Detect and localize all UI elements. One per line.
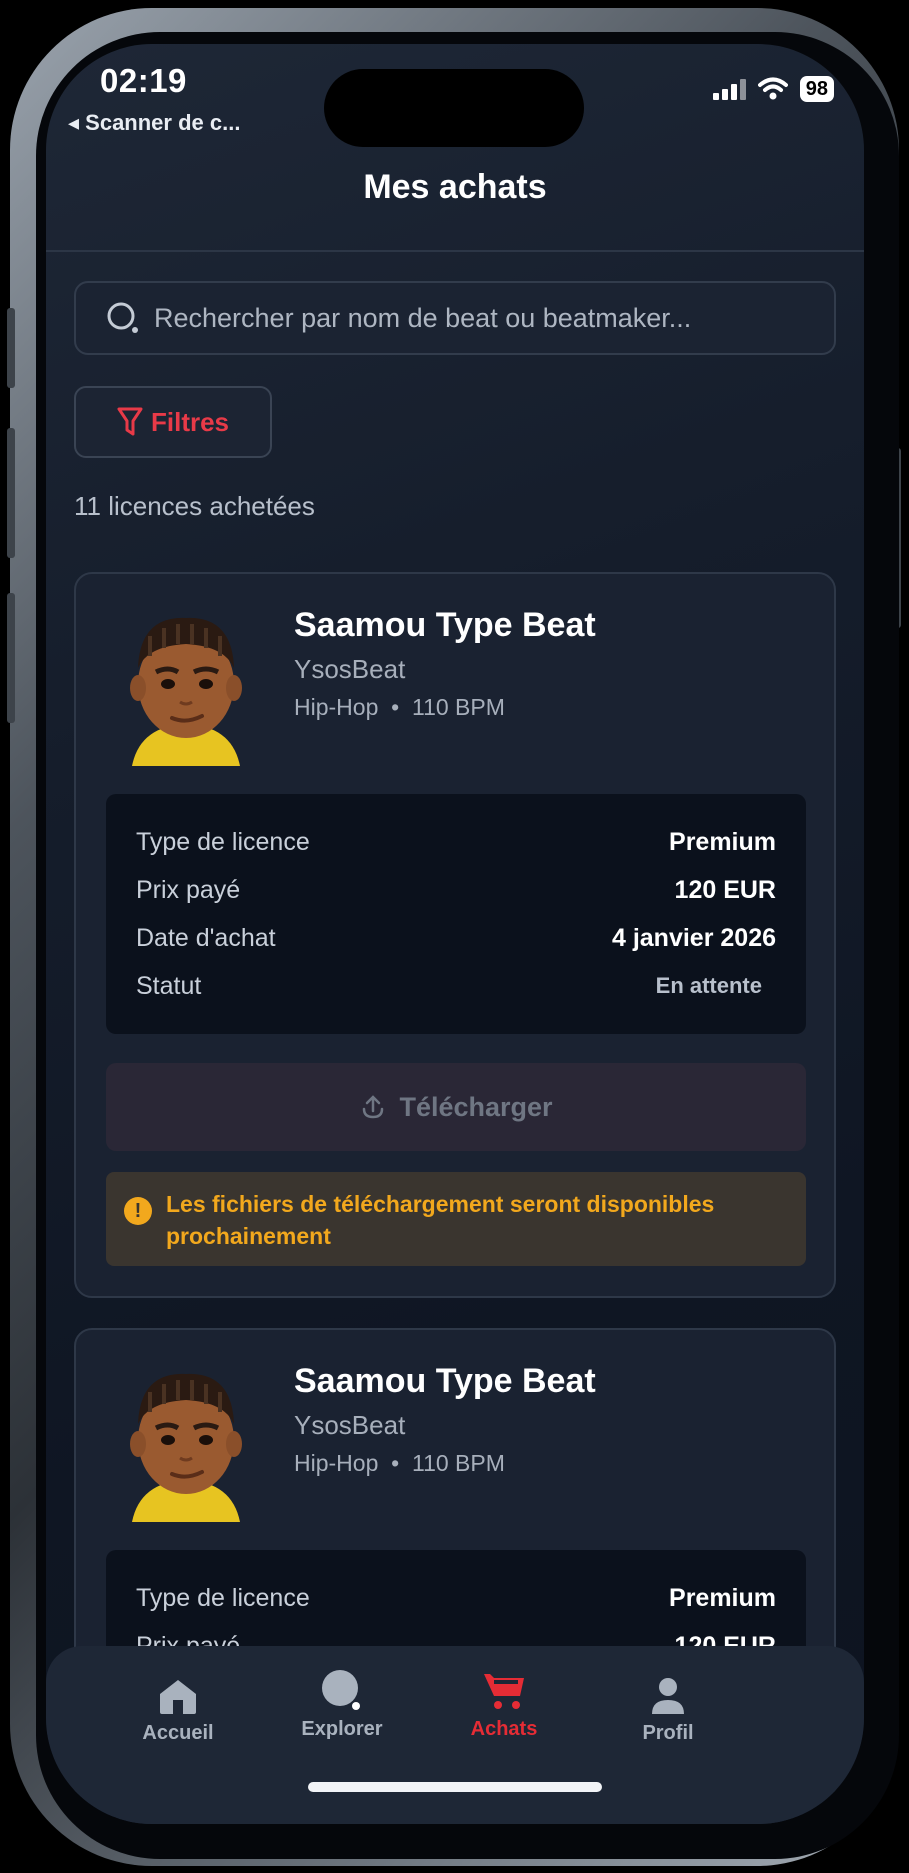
license-details: Type de licence Premium Prix payé 120 EU… — [106, 794, 806, 1034]
detail-label: Prix payé — [136, 875, 241, 904]
beat-title: Saamou Type Beat — [294, 1362, 596, 1400]
tab-achats[interactable]: Achats — [434, 1668, 574, 1741]
download-label: Télécharger — [399, 1091, 553, 1122]
dynamic-island — [324, 69, 584, 147]
side-button — [7, 593, 15, 723]
beat-meta: Hip-Hop • 110 BPM — [294, 1450, 505, 1477]
explore-icon — [322, 1670, 360, 1710]
license-value: Premium — [669, 1583, 776, 1612]
download-notice: ! Les fichiers de téléchargement seront … — [106, 1172, 806, 1266]
search-input[interactable] — [152, 301, 834, 335]
beatmaker-name: YsosBeat — [294, 654, 406, 684]
filters-button[interactable]: Filtres — [74, 386, 272, 458]
profile-icon — [652, 1678, 684, 1714]
meta-separator: • — [384, 694, 406, 720]
beatmaker-name: YsosBeat — [294, 1410, 406, 1440]
detail-row-status: Statut En attente — [136, 962, 776, 1010]
beatmaker-avatar — [130, 1373, 242, 1522]
header-divider — [46, 250, 864, 252]
detail-row-license: Type de licence Premium — [136, 1574, 776, 1622]
detail-row-date: Date d'achat 4 janvier 2026 — [136, 914, 776, 962]
detail-row-license: Type de licence Premium — [136, 818, 776, 866]
tab-label: Profil — [642, 1722, 694, 1744]
back-to-app-link[interactable]: ◂ Scanner de c... — [68, 110, 240, 136]
filter-icon — [117, 407, 143, 436]
detail-label: Type de licence — [136, 827, 310, 856]
notice-text: Les fichiers de téléchargement seront di… — [166, 1191, 715, 1249]
battery-icon: 98 — [799, 76, 834, 102]
genre: Hip-Hop — [294, 694, 379, 720]
tab-label: Explorer — [301, 1718, 383, 1740]
tab-accueil[interactable]: Accueil — [108, 1676, 248, 1745]
search-bar[interactable] — [74, 281, 836, 355]
detail-label: Date d'achat — [136, 923, 276, 952]
download-button[interactable]: Télécharger — [106, 1063, 806, 1151]
wifi-icon — [757, 77, 788, 100]
tab-label: Achats — [470, 1718, 538, 1740]
detail-label: Statut — [136, 971, 202, 1000]
date-value: 4 janvier 2026 — [611, 923, 776, 952]
download-icon — [363, 1095, 384, 1119]
signal-icon — [712, 78, 746, 100]
genre: Hip-Hop — [294, 1450, 379, 1476]
home-indicator[interactable] — [308, 1782, 602, 1792]
purchase-count: 11 licences achetées — [74, 491, 315, 521]
price-value: 120 EUR — [674, 875, 776, 904]
license-value: Premium — [669, 827, 776, 856]
bpm: 110 BPM — [412, 1450, 505, 1476]
home-icon — [160, 1680, 196, 1714]
purchase-card: Saamou Type Beat YsosBeat Hip-Hop • 110 … — [74, 572, 836, 1298]
tab-profil[interactable]: Profil — [598, 1676, 738, 1745]
tab-bar: Accueil Explorer Achats Profil — [46, 1646, 864, 1824]
meta-separator: • — [384, 1450, 406, 1476]
beat-title: Saamou Type Beat — [294, 606, 596, 644]
detail-row-price: Prix payé 120 EUR — [136, 866, 776, 914]
tab-label: Accueil — [142, 1722, 214, 1744]
status-badge: En attente — [655, 973, 762, 998]
status-indicators: 98 — [712, 76, 834, 102]
search-icon — [107, 302, 138, 333]
page-title: Mes achats — [363, 168, 547, 206]
screen: 02:19 ◂ Scanner de c... 98 Mes achats Fi… — [46, 44, 864, 1824]
side-button — [7, 428, 15, 558]
bpm: 110 BPM — [412, 694, 505, 720]
detail-label: Type de licence — [136, 1583, 310, 1612]
side-button — [7, 308, 15, 388]
beat-meta: Hip-Hop • 110 BPM — [294, 694, 505, 721]
filters-label: Filtres — [150, 406, 230, 437]
beatmaker-avatar — [130, 617, 242, 766]
cart-icon — [484, 1674, 524, 1709]
status-time: 02:19 — [100, 62, 187, 99]
warning-icon: ! — [124, 1197, 152, 1225]
tab-explorer[interactable]: Explorer — [272, 1668, 412, 1741]
